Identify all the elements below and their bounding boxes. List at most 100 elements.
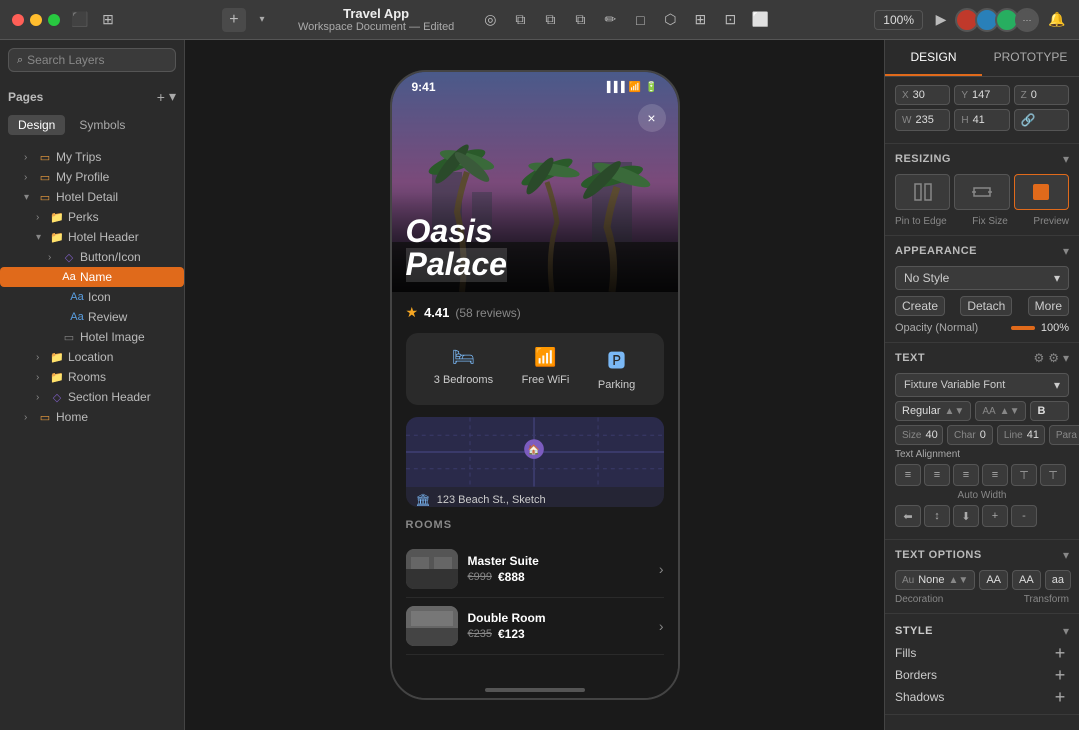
close-window-button[interactable] bbox=[12, 14, 24, 26]
align-top-center-btn[interactable]: ⊤ bbox=[1040, 464, 1066, 486]
y-field[interactable]: Y 147 bbox=[954, 85, 1009, 105]
tab-design[interactable]: DESIGN bbox=[885, 40, 982, 76]
align-justify-btn[interactable]: ≡ bbox=[982, 464, 1008, 486]
collapse-icon[interactable]: ▾ bbox=[1063, 152, 1069, 166]
transform-field[interactable]: AA bbox=[979, 570, 1008, 590]
pin-to-edge-option[interactable] bbox=[895, 174, 950, 210]
fills-row: Fills + bbox=[895, 644, 1069, 662]
play-icon[interactable]: ▶ bbox=[931, 10, 951, 30]
font-style-field[interactable]: Regular ▲▼ bbox=[895, 401, 971, 421]
add-fill-button[interactable]: + bbox=[1051, 644, 1069, 662]
fullscreen-window-button[interactable] bbox=[48, 14, 60, 26]
collapse-icon[interactable]: ▾ bbox=[1063, 351, 1069, 365]
grid-icon[interactable]: ⊞ bbox=[98, 10, 118, 30]
h-field[interactable]: H 41 bbox=[954, 109, 1009, 131]
align-right-btn[interactable]: ≡ bbox=[953, 464, 979, 486]
room-card-1[interactable]: Master Suite €999 €888 › bbox=[406, 541, 664, 598]
tab-symbols[interactable]: Symbols bbox=[69, 115, 135, 135]
bell-icon[interactable]: 🔔 bbox=[1047, 10, 1067, 30]
transform-aa-field[interactable]: AA bbox=[1012, 570, 1041, 590]
preview-option[interactable] bbox=[1014, 174, 1069, 210]
lock-field[interactable]: 🔗 bbox=[1014, 109, 1069, 131]
layer-hotel-detail[interactable]: ▾ ▭ Hotel Detail bbox=[0, 187, 184, 207]
z-field[interactable]: Z 0 bbox=[1014, 85, 1069, 105]
decoration-label: Decoration bbox=[895, 594, 943, 605]
map-section[interactable]: 🏠 🏛 123 Beach St., Sketch 🏛 300m from hi… bbox=[406, 417, 664, 507]
style-select[interactable]: No Style ▾ bbox=[895, 266, 1069, 290]
add-page-button[interactable]: + bbox=[157, 88, 165, 105]
text-icon1[interactable]: ⚙ bbox=[1033, 351, 1044, 365]
duplicate-icon[interactable]: ⧉ bbox=[540, 10, 560, 30]
frame-icon[interactable]: □ bbox=[630, 10, 650, 30]
layer-home[interactable]: › ▭ Home bbox=[0, 407, 184, 427]
create-button[interactable]: Create bbox=[895, 296, 945, 316]
canvas[interactable]: 9:41 ▐▐▐ 📶 🔋 bbox=[185, 40, 884, 730]
close-button[interactable]: × bbox=[638, 104, 666, 132]
valign-plus-btn[interactable]: + bbox=[982, 505, 1008, 527]
transform-small-field[interactable]: aa bbox=[1045, 570, 1071, 590]
font-size-up[interactable]: ▲▼ bbox=[1000, 406, 1020, 417]
x-field[interactable]: X 30 bbox=[895, 85, 950, 105]
valign-minus-btn[interactable]: - bbox=[1011, 505, 1037, 527]
layer-perks[interactable]: › 📁 Perks bbox=[0, 207, 184, 227]
decor-up[interactable]: ▲▼ bbox=[949, 575, 969, 586]
layer-section-header[interactable]: › ◇ Section Header bbox=[0, 387, 184, 407]
text-icon2[interactable]: ⚙ bbox=[1048, 351, 1059, 365]
collapse-icon[interactable]: ▾ bbox=[1063, 548, 1069, 562]
tab-prototype[interactable]: PROTOTYPE bbox=[982, 40, 1079, 76]
preview-label: Preview bbox=[1033, 216, 1069, 227]
opacity-slider[interactable] bbox=[1011, 326, 1035, 330]
para-field[interactable]: Para 0 bbox=[1049, 425, 1079, 445]
avatar-more[interactable]: ··· bbox=[1015, 8, 1039, 32]
pages-chevron[interactable]: ▾ bbox=[169, 88, 176, 105]
layer-hotel-header[interactable]: ▾ 📁 Hotel Header bbox=[0, 227, 184, 247]
search-layers-input[interactable]: ⌕ Search Layers bbox=[8, 48, 176, 72]
valign-right-btn[interactable]: ⬇ bbox=[953, 505, 979, 527]
fix-size-option[interactable] bbox=[954, 174, 1009, 210]
collapse-icon[interactable]: ▾ bbox=[1063, 624, 1069, 638]
layer-review[interactable]: Aa Review bbox=[0, 307, 184, 327]
layer-name[interactable]: Aa Name bbox=[0, 267, 184, 287]
align-center-btn[interactable]: ≡ bbox=[924, 464, 950, 486]
font-size-field[interactable]: AA ▲▼ bbox=[975, 401, 1026, 421]
add-dropdown[interactable]: ▾ bbox=[252, 10, 272, 30]
layer-location[interactable]: › 📁 Location bbox=[0, 347, 184, 367]
decoration-field[interactable]: Au None ▲▼ bbox=[895, 570, 975, 590]
room-card-2[interactable]: Double Room €235 €123 › bbox=[406, 598, 664, 655]
font-style-up[interactable]: ▲▼ bbox=[945, 406, 965, 417]
frame2-icon[interactable]: ⬜ bbox=[750, 10, 770, 30]
align-top-left-btn[interactable]: ⊤ bbox=[1011, 464, 1037, 486]
layer-my-trips[interactable]: › ▭ My Trips bbox=[0, 147, 184, 167]
w-field[interactable]: W 235 bbox=[895, 109, 950, 131]
align-left-btn[interactable]: ≡ bbox=[895, 464, 921, 486]
add-shadow-button[interactable]: + bbox=[1051, 688, 1069, 706]
add-border-button[interactable]: + bbox=[1051, 666, 1069, 684]
folder-icon[interactable]: ⬛ bbox=[70, 10, 90, 30]
size-value-field[interactable]: Size 40 bbox=[895, 425, 943, 445]
line-field[interactable]: Line 41 bbox=[997, 425, 1045, 445]
char-field[interactable]: Char 0 bbox=[947, 425, 993, 445]
brush-icon[interactable]: ✏ bbox=[600, 10, 620, 30]
more-button[interactable]: More bbox=[1028, 296, 1069, 316]
add-button[interactable]: + bbox=[222, 8, 246, 32]
valign-left-btn[interactable]: ⬅ bbox=[895, 505, 921, 527]
paste-icon[interactable]: ⧉ bbox=[570, 10, 590, 30]
layer-button-icon[interactable]: › ◇ Button/Icon bbox=[0, 247, 184, 267]
valign-center-btn[interactable]: ↕ bbox=[924, 505, 950, 527]
font-bold-field[interactable]: B bbox=[1030, 401, 1069, 421]
zoom-level[interactable]: 100% bbox=[874, 10, 923, 30]
component-icon[interactable]: ⬡ bbox=[660, 10, 680, 30]
detach-button[interactable]: Detach bbox=[960, 296, 1012, 316]
copy-icon[interactable]: ⧉ bbox=[510, 10, 530, 30]
copy2-icon[interactable]: ⊞ bbox=[690, 10, 710, 30]
minimize-window-button[interactable] bbox=[30, 14, 42, 26]
layer-rooms[interactable]: › 📁 Rooms bbox=[0, 367, 184, 387]
layer-icon[interactable]: Aa Icon bbox=[0, 287, 184, 307]
target-icon[interactable]: ◎ bbox=[480, 10, 500, 30]
tab-design[interactable]: Design bbox=[8, 115, 65, 135]
font-select[interactable]: Fixture Variable Font ▾ bbox=[895, 373, 1069, 397]
paste2-icon[interactable]: ⊡ bbox=[720, 10, 740, 30]
layer-hotel-image[interactable]: ▭ Hotel Image bbox=[0, 327, 184, 347]
layer-my-profile[interactable]: › ▭ My Profile bbox=[0, 167, 184, 187]
collapse-icon[interactable]: ▾ bbox=[1063, 244, 1069, 258]
